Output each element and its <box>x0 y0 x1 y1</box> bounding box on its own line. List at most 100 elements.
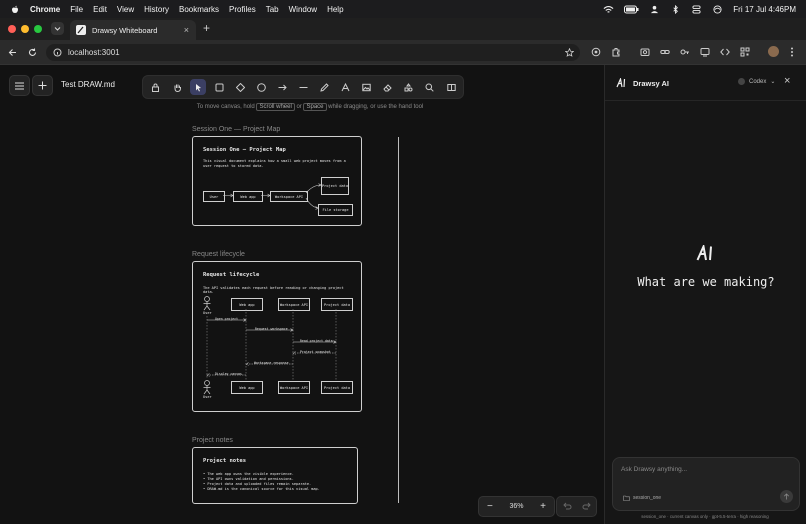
frame-request-lifecycle[interactable]: Request lifecycle The API validates each… <box>192 261 362 412</box>
hand-tool[interactable] <box>169 79 185 95</box>
arrow-tool[interactable] <box>274 79 290 95</box>
rectangle-tool[interactable] <box>211 79 227 95</box>
menu-profiles[interactable]: Profiles <box>229 5 256 14</box>
tab-title: Drawsy Whiteboard <box>92 25 158 35</box>
user-icon[interactable] <box>649 5 660 14</box>
password-key-icon[interactable] <box>680 47 690 57</box>
window-close-icon[interactable] <box>8 25 16 33</box>
redo-icon[interactable] <box>582 502 591 511</box>
note-item-text: The web app owns the visible experience. <box>207 472 294 476</box>
library-tool[interactable] <box>400 79 416 95</box>
window-minimize-icon[interactable] <box>21 25 29 33</box>
main-menu-button[interactable] <box>9 75 30 96</box>
undo-icon[interactable] <box>563 502 572 511</box>
frame-label-project-map[interactable]: Session One — Project Map <box>192 126 280 133</box>
message-display-canvas[interactable]: Display canvas <box>215 372 242 376</box>
profile-avatar[interactable] <box>768 46 779 57</box>
project-map-arrows <box>223 183 322 210</box>
extensions-puzzle-icon[interactable] <box>611 47 621 57</box>
message-request-workspace[interactable]: Request workspace <box>255 327 288 331</box>
bluetooth-icon[interactable] <box>670 4 681 14</box>
pencil-icon <box>319 82 329 92</box>
browser-tab[interactable]: Drawsy Whiteboard × <box>70 20 196 40</box>
battery-icon[interactable] <box>624 5 639 14</box>
zoom-out-button[interactable]: − <box>487 501 493 512</box>
menu-app-name[interactable]: Chrome <box>30 5 60 14</box>
new-tab-icon[interactable]: + <box>203 21 210 35</box>
site-info-icon[interactable] <box>53 48 62 57</box>
file-name[interactable]: Test DRAW.md <box>61 80 115 89</box>
menu-window[interactable]: Window <box>289 5 317 14</box>
zoom-in-button[interactable]: + <box>540 501 546 512</box>
menu-edit[interactable]: Edit <box>93 5 107 14</box>
menubar-datetime[interactable]: Fri 17 Jul 4:46PM <box>733 5 796 14</box>
message-workspace-response[interactable]: Workspace response <box>254 361 289 365</box>
message-project-snapshot[interactable]: Project snapshot <box>300 350 331 354</box>
image-tool[interactable] <box>358 79 374 95</box>
send-button[interactable] <box>780 490 793 503</box>
bookmark-star-icon[interactable] <box>565 48 574 57</box>
new-document-button[interactable] <box>32 75 53 96</box>
participant-api-bottom[interactable]: Workspace API <box>278 381 310 394</box>
participant-data-bottom[interactable]: Project data <box>321 381 353 394</box>
menu-file[interactable]: File <box>70 5 83 14</box>
hint-key-scroll: Scroll wheel <box>256 103 295 111</box>
screenshot-icon[interactable] <box>640 47 650 57</box>
frame-project-map[interactable]: Session One — Project Map This visual do… <box>192 136 362 226</box>
ellipse-tool[interactable] <box>253 79 269 95</box>
undo-redo-controls <box>556 496 597 517</box>
menu-tab[interactable]: Tab <box>266 5 279 14</box>
notes-title[interactable]: Project notes <box>203 458 246 464</box>
menu-view[interactable]: View <box>117 5 134 14</box>
frame-project-notes[interactable]: Project notes • The web app owns the vis… <box>192 447 358 504</box>
canvas-divider-line[interactable] <box>398 137 399 503</box>
frame-label-notes[interactable]: Project notes <box>192 437 233 444</box>
qr-code-icon[interactable] <box>740 47 750 57</box>
drawsy-ai-logo-icon <box>616 78 626 88</box>
chat-input-box[interactable]: Ask Drawsy anything... session_one <box>612 457 800 511</box>
ai-side-panel: Drawsy AI Codex ⌄ × What are we making? <box>604 65 806 524</box>
note-item-text: DRAW.md is the canonical source for this… <box>207 487 320 491</box>
zoom-level[interactable]: 36% <box>509 503 523 510</box>
address-bar[interactable]: localhost:3001 <box>46 44 580 61</box>
text-tool[interactable] <box>337 79 353 95</box>
line-tool[interactable] <box>295 79 311 95</box>
message-open-project[interactable]: Open project <box>215 317 238 321</box>
actor-user-bottom-icon[interactable] <box>202 380 212 396</box>
tab-search-button[interactable] <box>51 22 64 35</box>
select-tool[interactable] <box>190 79 206 95</box>
chrome-menu-icon[interactable] <box>790 47 794 57</box>
diamond-tool[interactable] <box>232 79 248 95</box>
chat-input-placeholder[interactable]: Ask Drawsy anything... <box>621 466 687 473</box>
model-selector[interactable]: Codex ⌄ <box>738 78 775 85</box>
notes-list[interactable]: • The web app owns the visible experienc… <box>203 472 320 492</box>
text-icon <box>341 82 349 91</box>
devtools-code-icon[interactable] <box>720 47 730 57</box>
participant-web-app-bottom[interactable]: Web app <box>231 381 263 394</box>
window-zoom-icon[interactable] <box>34 25 42 33</box>
panel-toggle-tool[interactable] <box>443 79 459 95</box>
extension-openai-icon[interactable] <box>591 47 601 57</box>
reload-icon[interactable] <box>28 48 37 57</box>
menu-help[interactable]: Help <box>327 5 343 14</box>
close-panel-icon[interactable]: × <box>784 75 790 87</box>
shapes-library-icon <box>404 82 412 91</box>
menu-bookmarks[interactable]: Bookmarks <box>179 5 219 14</box>
session-tag[interactable]: session_one <box>633 495 661 501</box>
draw-tool[interactable] <box>316 79 332 95</box>
menu-history[interactable]: History <box>144 5 169 14</box>
link-icon[interactable] <box>660 47 670 57</box>
control-center-icon[interactable] <box>691 4 702 14</box>
tab-close-icon[interactable]: × <box>184 25 189 35</box>
frame-label-lifecycle[interactable]: Request lifecycle <box>192 251 245 258</box>
back-icon[interactable] <box>8 48 17 57</box>
message-read-project-data[interactable]: Read project data <box>300 339 333 343</box>
wifi-icon[interactable] <box>603 5 614 14</box>
siri-icon[interactable] <box>712 4 723 14</box>
cast-icon[interactable] <box>700 47 710 57</box>
lock-tool[interactable] <box>147 79 163 95</box>
search-tool[interactable] <box>421 79 437 95</box>
line-icon <box>299 86 307 88</box>
eraser-tool[interactable] <box>379 79 395 95</box>
apple-icon[interactable] <box>10 4 20 14</box>
